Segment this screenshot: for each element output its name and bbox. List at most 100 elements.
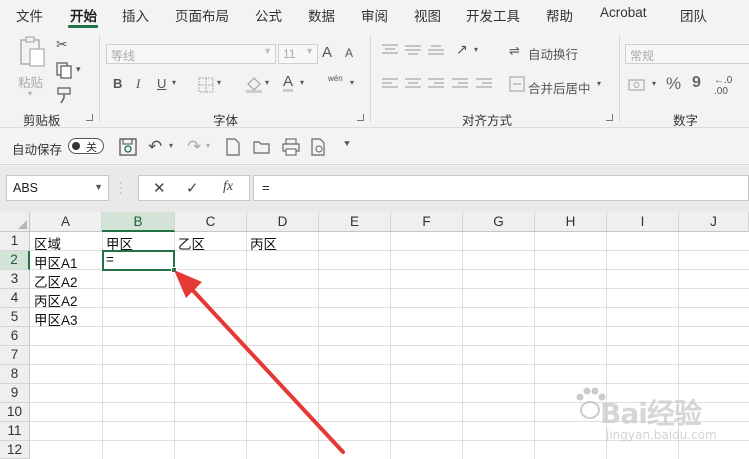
insert-function-icon[interactable]: fx bbox=[223, 179, 233, 195]
print-preview-icon[interactable] bbox=[311, 138, 327, 156]
new-file-icon[interactable] bbox=[226, 138, 240, 156]
row-header-4[interactable]: 4 bbox=[0, 289, 30, 308]
align-bottom-icon[interactable] bbox=[428, 43, 444, 57]
chevron-down-icon[interactable]: ▾ bbox=[652, 79, 656, 88]
column-header-e[interactable]: E bbox=[319, 212, 391, 232]
comma-style-icon[interactable]: 9 bbox=[692, 74, 701, 92]
row-header-6[interactable]: 6 bbox=[0, 327, 30, 346]
name-box[interactable]: ABS ▼ bbox=[6, 175, 109, 201]
underline-button[interactable]: U bbox=[157, 76, 166, 91]
select-all-button[interactable] bbox=[0, 212, 30, 232]
copy-icon[interactable] bbox=[55, 61, 73, 79]
align-middle-icon[interactable] bbox=[405, 43, 421, 57]
font-name-select[interactable]: 等线 ▼ bbox=[106, 44, 276, 64]
row-header-11[interactable]: 11 bbox=[0, 422, 30, 441]
bold-button[interactable]: B bbox=[113, 76, 122, 91]
paste-button[interactable]: 粘贴 ▾ bbox=[14, 36, 50, 98]
chevron-down-icon[interactable]: ▾ bbox=[206, 141, 210, 150]
column-header-d[interactable]: D bbox=[247, 212, 319, 232]
tab-developer[interactable]: 开发工具 bbox=[466, 5, 520, 25]
column-header-a[interactable]: A bbox=[30, 212, 102, 232]
cell-a4[interactable]: 丙区A2 bbox=[30, 289, 78, 309]
redo-icon[interactable]: ↷ bbox=[187, 137, 201, 157]
save-icon[interactable] bbox=[119, 138, 137, 156]
row-header-7[interactable]: 7 bbox=[0, 346, 30, 365]
chevron-down-icon[interactable]: ▾ bbox=[169, 141, 173, 150]
chevron-down-icon[interactable]: ▾ bbox=[265, 78, 269, 87]
percent-style-icon[interactable]: % bbox=[666, 74, 681, 94]
chevron-down-icon[interactable]: ▾ bbox=[172, 78, 176, 87]
formula-bar-resize-handle[interactable]: · · · bbox=[119, 178, 123, 199]
clipboard-launcher-icon[interactable] bbox=[86, 114, 93, 121]
column-header-i[interactable]: I bbox=[607, 212, 679, 232]
autosave-toggle[interactable]: 关 bbox=[68, 138, 104, 154]
open-folder-icon[interactable] bbox=[253, 139, 271, 155]
tab-page-layout[interactable]: 页面布局 bbox=[175, 5, 229, 25]
row-header-10[interactable]: 10 bbox=[0, 403, 30, 422]
row-header-1[interactable]: 1 bbox=[0, 232, 30, 251]
tab-home[interactable]: 开始 bbox=[70, 5, 97, 25]
row-header-5[interactable]: 5 bbox=[0, 308, 30, 327]
accounting-format-icon[interactable] bbox=[628, 78, 646, 92]
tab-team[interactable]: 团队 bbox=[680, 5, 707, 25]
italic-button[interactable]: I bbox=[136, 76, 140, 92]
decrease-font-icon[interactable]: A bbox=[345, 46, 353, 60]
cell-b1[interactable]: 甲区 bbox=[102, 232, 133, 252]
column-header-b[interactable]: B bbox=[102, 212, 175, 232]
chevron-down-icon[interactable]: ▾ bbox=[300, 78, 304, 87]
cell-a5[interactable]: 甲区A3 bbox=[30, 308, 78, 328]
column-header-h[interactable]: H bbox=[535, 212, 607, 232]
borders-icon[interactable] bbox=[198, 77, 214, 93]
enter-icon[interactable]: ✓ bbox=[186, 179, 199, 197]
merge-center-button[interactable]: 合并后居中 bbox=[528, 78, 591, 97]
chevron-down-icon[interactable]: ▾ bbox=[350, 78, 354, 87]
tab-view[interactable]: 视图 bbox=[414, 5, 441, 25]
tab-data[interactable]: 数据 bbox=[308, 5, 335, 25]
tab-help[interactable]: 帮助 bbox=[546, 5, 573, 25]
phonetic-guide-icon[interactable]: wén bbox=[328, 74, 343, 83]
row-header-3[interactable]: 3 bbox=[0, 270, 30, 289]
tab-insert[interactable]: 插入 bbox=[122, 5, 149, 25]
customize-toolbar-icon[interactable]: ⯆ bbox=[343, 139, 351, 150]
number-format-select[interactable]: 常规 bbox=[625, 44, 749, 64]
column-header-c[interactable]: C bbox=[175, 212, 247, 232]
cell-c1[interactable]: 乙区 bbox=[174, 232, 205, 252]
cell-a1[interactable]: 区域 bbox=[30, 232, 61, 252]
cell-a2[interactable]: 甲区A1 bbox=[30, 251, 78, 271]
font-color-icon[interactable]: A bbox=[283, 74, 294, 92]
font-launcher-icon[interactable] bbox=[357, 114, 364, 121]
align-center-icon[interactable] bbox=[405, 77, 421, 91]
align-right-icon[interactable] bbox=[428, 77, 444, 91]
undo-icon[interactable]: ↶ bbox=[148, 137, 162, 157]
cell-a3[interactable]: 乙区A2 bbox=[30, 270, 78, 290]
align-left-icon[interactable] bbox=[382, 77, 398, 91]
alignment-launcher-icon[interactable] bbox=[606, 114, 613, 121]
format-painter-icon[interactable] bbox=[55, 86, 73, 104]
tab-acrobat[interactable]: Acrobat bbox=[600, 5, 647, 20]
column-header-j[interactable]: J bbox=[679, 212, 749, 232]
row-header-9[interactable]: 9 bbox=[0, 384, 30, 403]
column-header-f[interactable]: F bbox=[391, 212, 463, 232]
cancel-icon[interactable]: ✕ bbox=[153, 179, 166, 197]
column-header-g[interactable]: G bbox=[463, 212, 535, 232]
fill-color-icon[interactable] bbox=[245, 75, 263, 93]
decrease-indent-icon[interactable] bbox=[452, 77, 468, 91]
tab-file[interactable]: 文件 bbox=[16, 5, 43, 25]
row-header-8[interactable]: 8 bbox=[0, 365, 30, 384]
increase-font-icon[interactable]: A bbox=[322, 44, 332, 61]
wrap-text-button[interactable]: 自动换行 bbox=[528, 44, 578, 63]
tab-review[interactable]: 审阅 bbox=[361, 5, 388, 25]
fill-handle[interactable] bbox=[171, 267, 177, 273]
row-header-2[interactable]: 2 bbox=[0, 251, 30, 270]
row-header-12[interactable]: 12 bbox=[0, 441, 30, 459]
increase-decimal-icon[interactable]: ←.0.00 bbox=[714, 75, 732, 97]
chevron-down-icon[interactable]: ▾ bbox=[474, 45, 478, 54]
chevron-down-icon[interactable]: ▾ bbox=[76, 64, 81, 75]
tab-formulas[interactable]: 公式 bbox=[255, 5, 282, 25]
chevron-down-icon[interactable]: ▾ bbox=[217, 78, 221, 87]
cell-d1[interactable]: 丙区 bbox=[246, 232, 277, 252]
print-icon[interactable] bbox=[282, 138, 300, 156]
cut-icon[interactable]: ✂ bbox=[56, 36, 68, 53]
orientation-icon[interactable]: ↗ bbox=[456, 41, 468, 58]
formula-input[interactable]: = bbox=[253, 175, 749, 201]
